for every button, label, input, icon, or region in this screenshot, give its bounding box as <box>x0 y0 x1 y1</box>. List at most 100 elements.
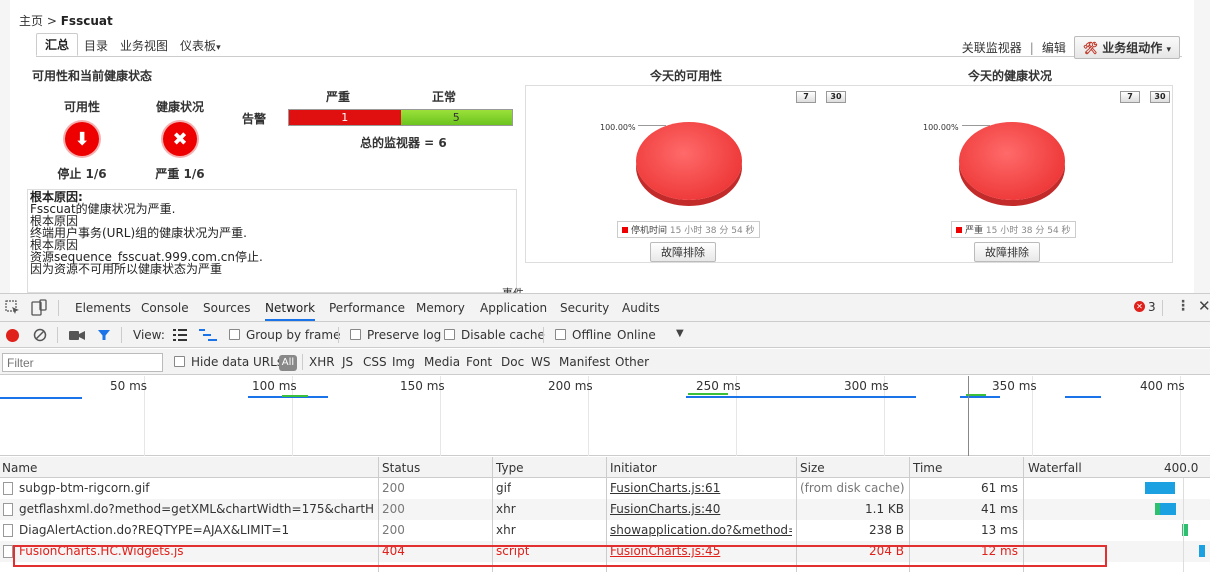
disable-cache-checkbox[interactable] <box>444 329 455 340</box>
filter-css[interactable]: CSS <box>363 355 387 369</box>
timeline-bar <box>686 396 916 398</box>
timeline-bar <box>966 394 986 396</box>
list-view-icon[interactable] <box>173 329 187 341</box>
record-icon[interactable] <box>6 329 19 342</box>
tab-performance[interactable]: Performance <box>329 301 405 315</box>
tab-business-view[interactable]: 业务视图 <box>114 35 174 56</box>
health-pie-slice[interactable] <box>959 122 1065 200</box>
row-name[interactable]: DiagAlertAction.do?REQTYPE=AJAX&LIMIT=1 <box>19 523 374 537</box>
timeline-bar <box>282 395 308 397</box>
filter-font[interactable]: Font <box>466 355 492 369</box>
table-row[interactable]: getflashxml.do?method=getXML&chartWidth=… <box>0 499 1210 520</box>
30-day-button[interactable]: 30 <box>1150 91 1170 103</box>
filter-img[interactable]: Img <box>392 355 415 369</box>
row-name[interactable]: getflashxml.do?method=getXML&chartWidth=… <box>19 502 374 516</box>
30-day-button[interactable]: 30 <box>826 91 846 103</box>
more-vert-icon[interactable]: ⋮ <box>1176 298 1190 314</box>
row-initiator-link[interactable]: FusionCharts.js:61 <box>610 481 792 495</box>
error-count[interactable]: 3 <box>1148 300 1156 314</box>
error-icon[interactable]: ✕ <box>1134 301 1145 312</box>
business-action-button[interactable]: 🛠 业务组动作 ▾ <box>1073 36 1180 59</box>
timeline-cursor <box>968 376 969 456</box>
troubleshoot-button[interactable]: 故障排除 <box>650 242 716 262</box>
breadcrumb-home[interactable]: 主页 <box>19 14 43 28</box>
filter-other[interactable]: Other <box>615 355 649 369</box>
waterfall-bar[interactable] <box>1160 503 1176 515</box>
health-pie[interactable] <box>959 122 1065 200</box>
breadcrumb-current: Fsscuat <box>60 14 113 28</box>
normal-segment[interactable]: 5 <box>400 110 512 125</box>
timeline-tick: 150 ms <box>400 379 445 393</box>
availability-col: 可用性 ⬇ 停止 1/6 <box>54 98 110 182</box>
row-name[interactable]: subgp-btm-rigcorn.gif <box>19 481 374 495</box>
chevron-down-icon[interactable]: ▼ <box>676 328 684 339</box>
col-initiator-header[interactable]: Initiator <box>610 461 657 475</box>
row-type: gif <box>496 481 512 495</box>
tab-catalog[interactable]: 目录 <box>78 35 114 56</box>
7-day-button[interactable]: 7 <box>796 91 816 103</box>
waterfall-bar[interactable] <box>1145 482 1175 494</box>
filter-media[interactable]: Media <box>424 355 460 369</box>
filter-doc[interactable]: Doc <box>501 355 524 369</box>
filter-icon[interactable] <box>97 328 111 342</box>
availability-label: 可用性 <box>63 100 100 114</box>
tab-dashboard[interactable]: 仪表板▾ <box>174 35 227 56</box>
device-toolbar-icon[interactable] <box>30 299 48 317</box>
availability-pie[interactable] <box>636 122 742 200</box>
availability-status[interactable]: 停止 1/6 <box>54 165 110 182</box>
health-status[interactable]: 严重 1/6 <box>150 165 210 182</box>
col-type-header[interactable]: Type <box>496 461 524 475</box>
col-status-header[interactable]: Status <box>382 461 420 475</box>
waterfall-bar[interactable] <box>1199 545 1205 557</box>
tab-application[interactable]: Application <box>480 301 547 315</box>
col-size-header[interactable]: Size <box>800 461 825 475</box>
preserve-log-checkbox[interactable] <box>350 329 361 340</box>
waterfall-view-icon[interactable] <box>199 329 217 341</box>
throttling-select[interactable]: Online <box>617 328 656 342</box>
tab-network[interactable]: Network <box>265 301 316 321</box>
tab-memory[interactable]: Memory <box>416 301 465 315</box>
tab-elements[interactable]: Elements <box>75 301 131 315</box>
arrow-down-icon[interactable]: ⬇ <box>65 122 99 156</box>
availability-pie-slice[interactable] <box>636 122 742 200</box>
offline-checkbox[interactable] <box>555 329 566 340</box>
critical-label: 严重 <box>326 90 351 104</box>
close-icon[interactable]: ✕ <box>1198 297 1210 315</box>
troubleshoot-button[interactable]: 故障排除 <box>974 242 1040 262</box>
timeline-overview[interactable]: 50 ms 100 ms 150 ms 200 ms 250 ms 300 ms… <box>0 376 1210 456</box>
7-day-button[interactable]: 7 <box>1120 91 1140 103</box>
col-time-header[interactable]: Time <box>913 461 942 475</box>
timeline-tick: 250 ms <box>696 379 741 393</box>
col-waterfall-header[interactable]: Waterfall <box>1028 461 1082 475</box>
x-icon[interactable]: ✖ <box>163 122 197 156</box>
row-time: 41 ms <box>980 502 1018 516</box>
timeline-tick: 200 ms <box>548 379 593 393</box>
tab-summary[interactable]: 汇总 <box>36 33 79 56</box>
tab-console[interactable]: Console <box>141 301 189 315</box>
row-initiator-link[interactable]: showapplication.do?&method=... <box>610 523 792 537</box>
table-row[interactable]: subgp-btm-rigcorn.gif 200 gif FusionChar… <box>0 478 1210 499</box>
row-initiator-link[interactable]: FusionCharts.js:40 <box>610 502 792 516</box>
filter-manifest[interactable]: Manifest <box>559 355 610 369</box>
tab-sources[interactable]: Sources <box>203 301 250 315</box>
screenshot-camera-icon[interactable] <box>69 330 85 341</box>
tab-audits[interactable]: Audits <box>622 301 660 315</box>
col-name-header[interactable]: Name <box>2 461 37 475</box>
timeline-tick: 100 ms <box>252 379 297 393</box>
severity-bar: 1 5 <box>288 109 513 126</box>
filter-xhr[interactable]: XHR <box>309 355 335 369</box>
hide-data-urls-checkbox[interactable] <box>174 356 185 367</box>
filter-input[interactable] <box>2 353 163 372</box>
tab-security[interactable]: Security <box>560 301 609 315</box>
filter-js[interactable]: JS <box>342 355 353 369</box>
filter-ws[interactable]: WS <box>531 355 550 369</box>
filter-all-button[interactable]: All <box>279 355 297 371</box>
related-monitors-link[interactable]: 关联监视器 <box>962 39 1022 56</box>
table-row[interactable]: DiagAlertAction.do?REQTYPE=AJAX&LIMIT=1 … <box>0 520 1210 541</box>
inspect-icon[interactable] <box>5 300 21 316</box>
critical-segment[interactable]: 1 <box>289 110 401 125</box>
edit-link[interactable]: 编辑 <box>1042 39 1066 56</box>
group-by-frame-checkbox[interactable] <box>229 329 240 340</box>
legend-swatch <box>622 227 628 233</box>
clear-icon[interactable] <box>33 328 47 342</box>
